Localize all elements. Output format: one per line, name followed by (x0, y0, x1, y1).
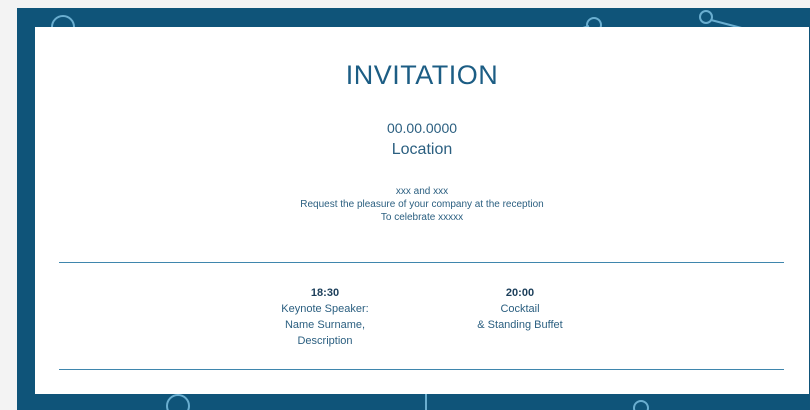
schedule-item-keynote: 18:30 Keynote Speaker: Name Surname, Des… (245, 285, 405, 349)
event-date: 00.00.0000 (386, 120, 458, 136)
schedule-line: Cocktail (500, 303, 540, 315)
schedule-line: & Standing Buffet (477, 319, 563, 331)
invitation-message: xxx and xxx Request the pleasure of your… (35, 185, 809, 224)
divider-bottom (59, 369, 784, 370)
schedule-time: 20:00 (505, 287, 535, 299)
schedule-line: Keynote Speaker: (281, 303, 369, 315)
message-line: xxx and xxx (395, 186, 449, 197)
schedule-item-cocktail: 20:00 Cocktail & Standing Buffet (440, 285, 600, 333)
message-line: To celebrate xxxxx (380, 212, 464, 223)
invitation-title: INVITATION (345, 60, 499, 90)
message-line: Request the pleasure of your company at … (300, 199, 544, 210)
event-location: Location (391, 141, 453, 158)
schedule-line: Description (297, 335, 353, 347)
divider-top (59, 262, 784, 263)
schedule-time: 18:30 (310, 287, 340, 299)
invitation-frame: INVITATION 00.00.0000 Location xxx and x… (17, 8, 810, 410)
invitation-card: INVITATION 00.00.0000 Location xxx and x… (35, 27, 809, 394)
schedule-line: Name Surname, (284, 319, 366, 331)
